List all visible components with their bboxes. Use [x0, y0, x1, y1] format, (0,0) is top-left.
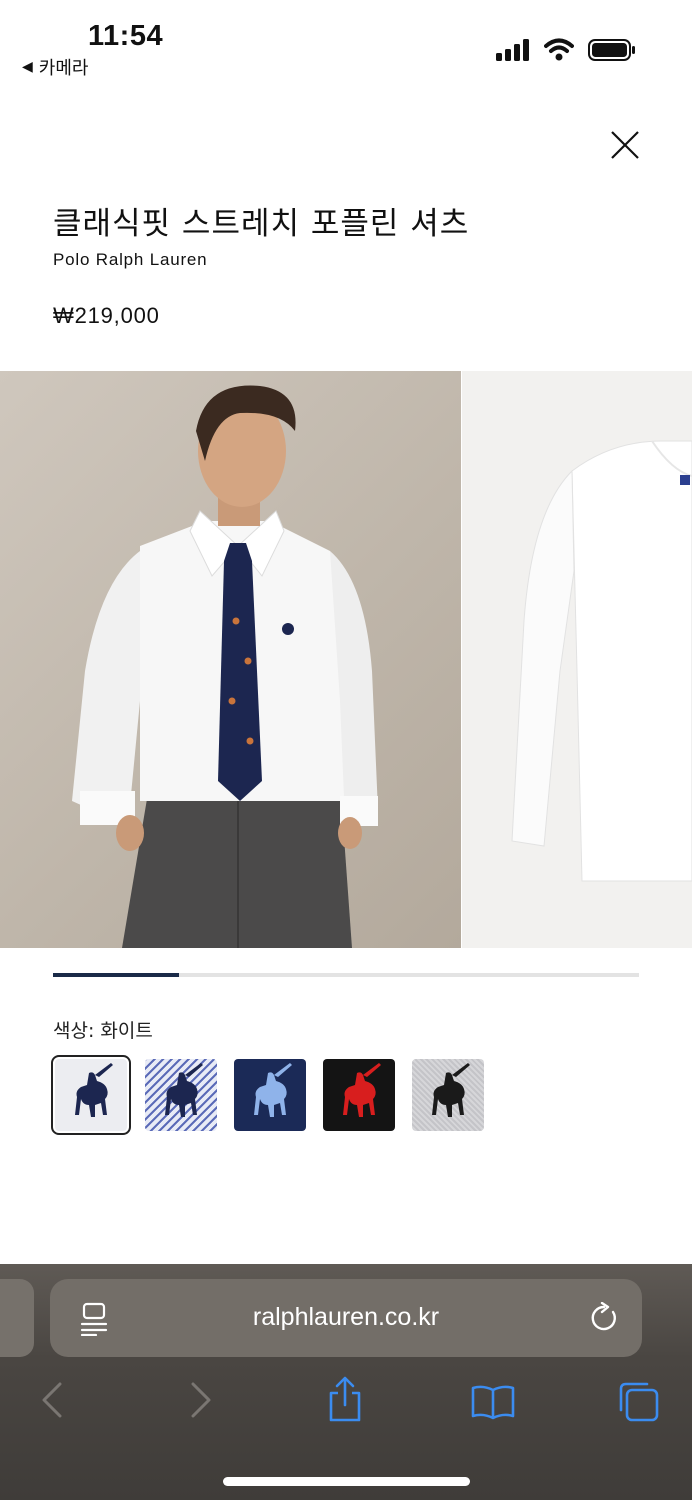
- forward-icon: [191, 1382, 211, 1418]
- close-button[interactable]: [606, 126, 644, 164]
- tabs-button[interactable]: [617, 1380, 661, 1428]
- reload-icon: [591, 1301, 616, 1331]
- color-swatches: [51, 1055, 493, 1139]
- product-title: 클래식핏 스트레치 포플린 셔츠: [53, 206, 470, 242]
- polo-player-logo-icon: [75, 1063, 113, 1117]
- url-text: ralphlauren.co.kr: [252, 1303, 440, 1331]
- tabs-icon: [619, 1382, 659, 1422]
- gallery-image-model[interactable]: [0, 371, 461, 948]
- wifi-icon: [544, 38, 574, 61]
- swatch-white[interactable]: [51, 1055, 131, 1135]
- color-selected-name: 화이트: [100, 1020, 153, 1042]
- browser-back-button[interactable]: [40, 1380, 64, 1424]
- color-label: 색상: 화이트: [53, 1016, 153, 1043]
- gallery-progress-fill: [53, 973, 179, 977]
- home-indicator[interactable]: [223, 1477, 470, 1486]
- polo-player-logo-icon: [254, 1063, 292, 1117]
- battery-icon: [588, 39, 635, 61]
- bookmarks-button[interactable]: [470, 1384, 516, 1424]
- polo-player-logo-icon: [343, 1063, 381, 1117]
- back-icon: [42, 1382, 62, 1418]
- status-icons: [496, 38, 636, 62]
- product-brand: Polo Ralph Lauren: [53, 250, 208, 269]
- polo-player-logo-icon: [432, 1063, 470, 1117]
- cellular-signal-icon: [496, 39, 529, 61]
- swatch-blue-stripe[interactable]: [145, 1059, 217, 1131]
- gallery-image-shirt-flat[interactable]: [462, 371, 692, 948]
- product-price: ₩219,000: [53, 303, 160, 328]
- bookmarks-icon: [471, 1385, 515, 1420]
- browser-forward-button[interactable]: [189, 1380, 213, 1424]
- model-illustration: [72, 385, 378, 948]
- swatch-grey[interactable]: [412, 1059, 484, 1131]
- polo-player-logo-icon: [165, 1063, 203, 1117]
- share-icon: [329, 1376, 361, 1422]
- reload-button[interactable]: [590, 1301, 620, 1338]
- color-label-prefix: 색상:: [53, 1020, 95, 1042]
- status-time: 11:54: [88, 20, 164, 52]
- share-button[interactable]: [327, 1376, 363, 1426]
- close-icon: [611, 131, 639, 159]
- swatch-navy[interactable]: [234, 1059, 306, 1131]
- shirt-flat-illustration: [511, 440, 692, 882]
- swatch-black[interactable]: [323, 1059, 395, 1131]
- back-app-label: 카메라: [38, 58, 89, 79]
- product-image-gallery[interactable]: [0, 371, 692, 948]
- back-triangle-icon: ◀: [22, 59, 33, 75]
- back-to-app-link[interactable]: ◀ 카메라: [22, 54, 88, 80]
